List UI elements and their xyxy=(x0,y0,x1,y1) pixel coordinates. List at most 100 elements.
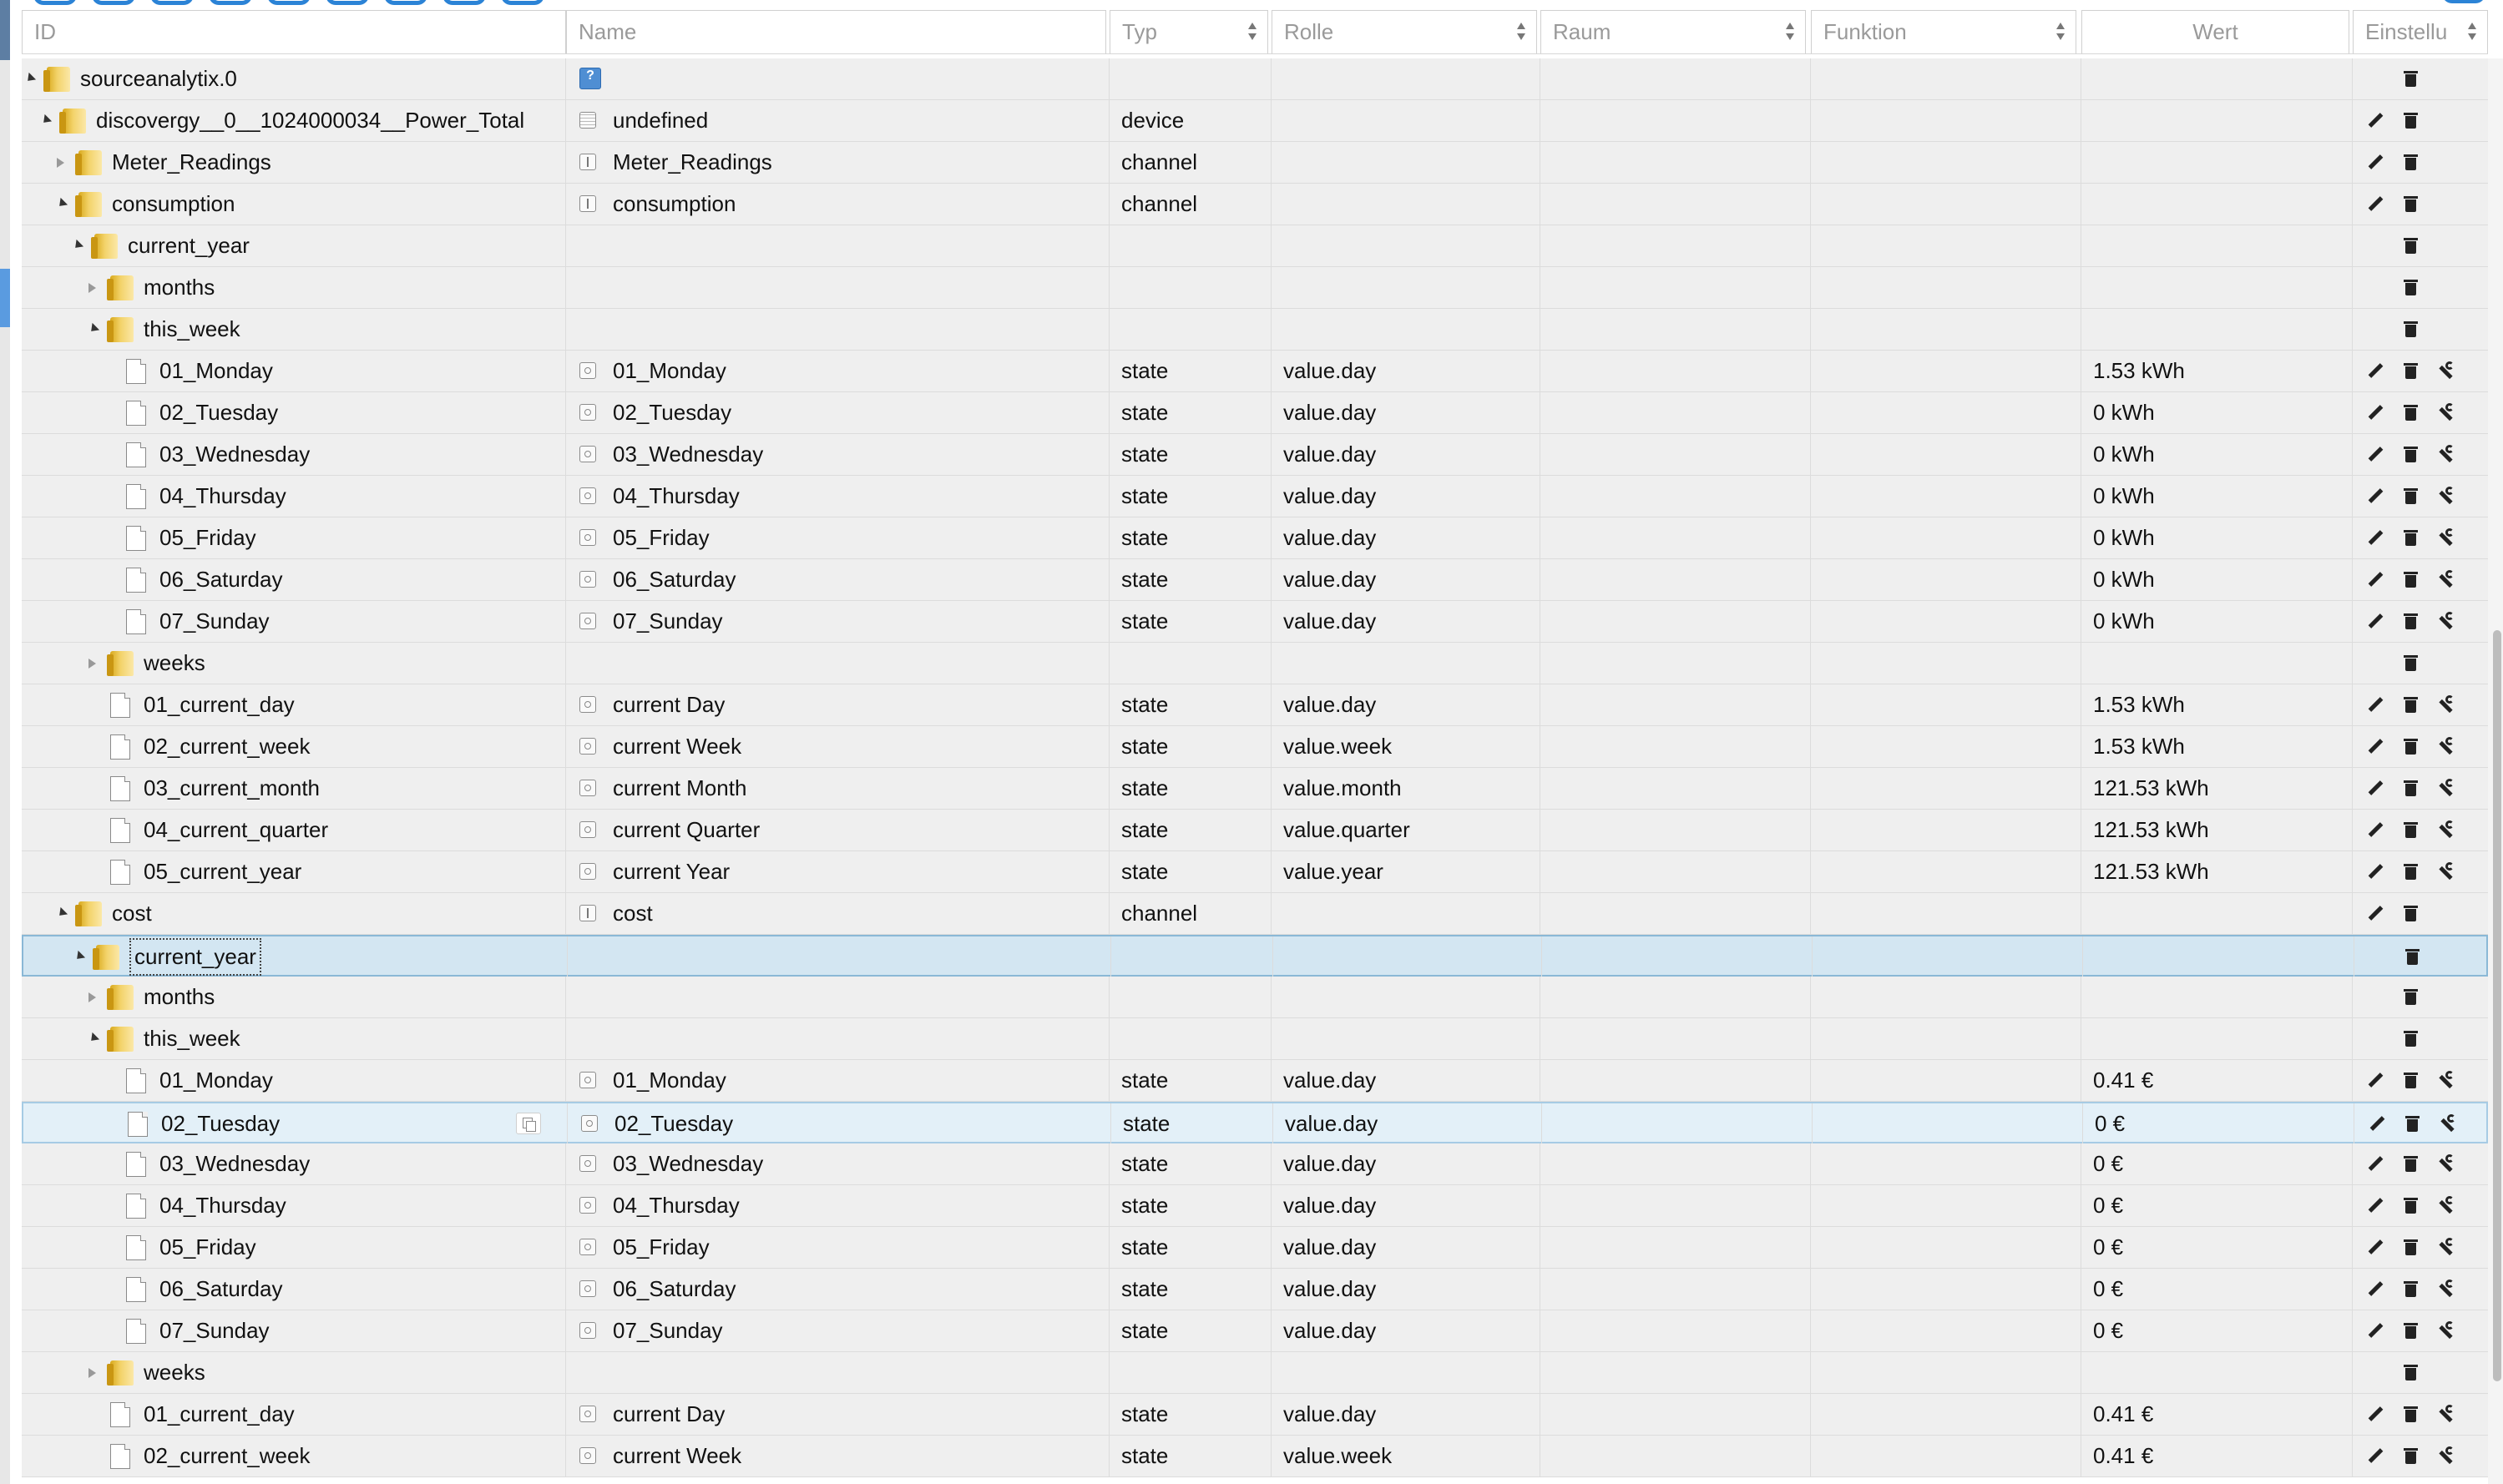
delete-icon[interactable] xyxy=(2399,1029,2421,1049)
table-row[interactable]: 07_Sunday 07_Sunday state value.day 0 € xyxy=(22,1310,2488,1352)
wert-cell[interactable]: 0 kWh xyxy=(2081,601,2353,642)
wert-cell[interactable]: 121.53 kWh xyxy=(2081,810,2353,851)
wert-cell[interactable] xyxy=(2081,225,2353,266)
raum-cell[interactable] xyxy=(1540,392,1811,433)
wert-cell[interactable] xyxy=(2081,977,2353,1017)
id-cell[interactable]: discovergy__0__1024000034__Power_Total xyxy=(22,100,566,141)
delete-icon[interactable] xyxy=(2399,69,2421,89)
delete-icon[interactable] xyxy=(2399,528,2421,548)
wert-cell[interactable]: 0.41 € xyxy=(2081,1436,2353,1476)
funktion-cell[interactable] xyxy=(1811,726,2081,767)
wert-cell[interactable]: 0 € xyxy=(2081,1310,2353,1351)
table-row[interactable]: Meter_Readings Meter_Readings channel xyxy=(22,142,2488,184)
raum-cell[interactable] xyxy=(1540,559,1811,600)
wert-cell[interactable] xyxy=(2083,936,2354,977)
id-cell[interactable]: 01_Monday xyxy=(22,351,566,391)
table-row[interactable]: consumption consumption channel xyxy=(22,184,2488,225)
table-row[interactable]: 05_Friday 05_Friday state value.day 0 kWh xyxy=(22,517,2488,559)
funktion-cell[interactable] xyxy=(1811,1269,2081,1310)
raum-cell[interactable] xyxy=(1540,434,1811,475)
edit-icon[interactable] xyxy=(2364,1071,2386,1091)
delete-icon[interactable] xyxy=(2401,1114,2423,1134)
table-row[interactable]: 03_Wednesday 03_Wednesday state value.day 0 … xyxy=(22,434,2488,476)
delete-icon[interactable] xyxy=(2399,403,2421,423)
table-row[interactable]: 01_Monday 01_Monday state value.day 1.53 kWh xyxy=(22,351,2488,392)
toolbar-button[interactable] xyxy=(2442,0,2485,3)
wert-cell[interactable]: 0 kWh xyxy=(2081,392,2353,433)
delete-icon[interactable] xyxy=(2399,1280,2421,1300)
funktion-cell[interactable] xyxy=(1811,810,2081,851)
delete-icon[interactable] xyxy=(2399,361,2421,381)
raum-cell[interactable] xyxy=(1540,517,1811,558)
delete-icon[interactable] xyxy=(2399,737,2421,757)
edit-icon[interactable] xyxy=(2364,528,2386,548)
funktion-cell[interactable] xyxy=(1811,893,2081,934)
delete-icon[interactable] xyxy=(2399,153,2421,173)
edit-icon[interactable] xyxy=(2364,487,2386,507)
wert-cell[interactable]: 0 € xyxy=(2081,1227,2353,1268)
id-cell[interactable]: 06_Saturday xyxy=(22,559,566,600)
table-row[interactable]: months xyxy=(22,267,2488,309)
delete-icon[interactable] xyxy=(2399,820,2421,840)
id-cell[interactable]: 07_Sunday xyxy=(22,601,566,642)
raum-cell[interactable] xyxy=(1540,893,1811,934)
table-row[interactable]: 03_Wednesday 03_Wednesday state value.day 0 … xyxy=(22,1143,2488,1185)
column-header-einstellungen[interactable]: Einstellu xyxy=(2353,10,2488,53)
expand-toggle-icon[interactable] xyxy=(88,1368,96,1378)
delete-icon[interactable] xyxy=(2399,1446,2421,1466)
funktion-cell[interactable] xyxy=(1811,977,2081,1017)
funktion-cell[interactable] xyxy=(1811,601,2081,642)
funktion-cell[interactable] xyxy=(1811,1143,2081,1184)
table-row[interactable]: 04_Thursday 04_Thursday state value.day 0 € xyxy=(22,1185,2488,1227)
raum-cell[interactable] xyxy=(1540,1060,1811,1101)
edit-icon[interactable] xyxy=(2364,612,2386,632)
wert-cell[interactable]: 0 € xyxy=(2081,1269,2353,1310)
raum-cell[interactable] xyxy=(1540,643,1811,684)
funktion-cell[interactable] xyxy=(1811,1436,2081,1476)
funktion-cell[interactable] xyxy=(1813,936,2083,977)
table-row[interactable]: 02_current_week current Week state value.we… xyxy=(22,726,2488,768)
delete-icon[interactable] xyxy=(2399,612,2421,632)
table-row[interactable]: current_year xyxy=(22,225,2488,267)
raum-cell[interactable] xyxy=(1540,351,1811,391)
sort-icon[interactable] xyxy=(2467,21,2477,43)
wert-cell[interactable]: 0 kWh xyxy=(2081,476,2353,517)
raum-cell[interactable] xyxy=(1540,601,1811,642)
wrench-icon[interactable] xyxy=(2435,1321,2456,1341)
edit-icon[interactable] xyxy=(2364,779,2386,799)
wert-cell[interactable]: 0 kWh xyxy=(2081,434,2353,475)
id-cell[interactable]: 04_Thursday xyxy=(22,476,566,517)
id-cell[interactable]: cost xyxy=(22,893,566,934)
column-header-name[interactable]: Name xyxy=(566,10,1106,53)
id-cell[interactable]: consumption xyxy=(22,184,566,225)
edit-icon[interactable] xyxy=(2364,904,2386,924)
wert-cell[interactable]: 0.41 € xyxy=(2081,1060,2353,1101)
expand-toggle-icon[interactable] xyxy=(88,992,96,1002)
raum-cell[interactable] xyxy=(1542,936,1813,977)
raum-cell[interactable] xyxy=(1540,58,1811,99)
edit-icon[interactable] xyxy=(2364,1446,2386,1466)
funktion-cell[interactable] xyxy=(1811,142,2081,183)
raum-cell[interactable] xyxy=(1540,810,1811,851)
expand-toggle-icon[interactable] xyxy=(57,158,64,168)
id-cell[interactable]: current_year xyxy=(23,936,568,977)
toolbar-button[interactable] xyxy=(92,0,135,5)
delete-icon[interactable] xyxy=(2399,1071,2421,1091)
edit-icon[interactable] xyxy=(2364,111,2386,131)
wert-cell[interactable] xyxy=(2081,309,2353,350)
sort-icon[interactable] xyxy=(2055,21,2066,43)
id-cell[interactable]: 02_Tuesday xyxy=(22,392,566,433)
wert-cell[interactable]: 0 € xyxy=(2081,1143,2353,1184)
table-row[interactable]: 02_current_week current Week state value.we… xyxy=(22,1436,2488,1477)
wert-cell[interactable] xyxy=(2081,643,2353,684)
delete-icon[interactable] xyxy=(2399,1321,2421,1341)
expand-toggle-icon[interactable] xyxy=(88,283,96,293)
delete-icon[interactable] xyxy=(2399,862,2421,882)
delete-icon[interactable] xyxy=(2399,779,2421,799)
wert-cell[interactable] xyxy=(2081,58,2353,99)
wert-cell[interactable]: 0 € xyxy=(2081,1185,2353,1226)
wert-cell[interactable]: 1.53 kWh xyxy=(2081,351,2353,391)
wrench-icon[interactable] xyxy=(2435,1071,2456,1091)
toolbar-button[interactable] xyxy=(33,0,77,5)
funktion-cell[interactable] xyxy=(1811,100,2081,141)
